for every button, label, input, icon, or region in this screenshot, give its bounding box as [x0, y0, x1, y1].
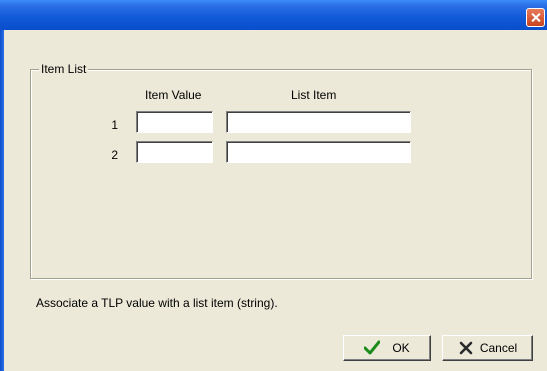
- window-border: [0, 30, 4, 371]
- groupbox-title: Item List: [39, 62, 89, 76]
- dialog-window: Item List Item Value List Item 1 2 Assoc…: [0, 0, 547, 371]
- item-value-header: Item Value: [145, 88, 202, 102]
- close-icon[interactable]: [526, 8, 545, 27]
- item-list-groupbox: [30, 69, 532, 279]
- description-text: Associate a TLP value with a list item (…: [36, 296, 278, 310]
- ok-button-label: OK: [392, 341, 410, 355]
- item-value-field-2[interactable]: [136, 141, 213, 163]
- row-number-2: 2: [111, 148, 118, 162]
- item-value-field-1[interactable]: [136, 111, 213, 133]
- x-icon: [458, 340, 474, 356]
- title-bar[interactable]: [0, 0, 547, 30]
- cancel-button-label: Cancel: [479, 341, 518, 355]
- cancel-button[interactable]: Cancel: [442, 335, 533, 361]
- row-number-1: 1: [111, 118, 118, 132]
- list-item-field-1[interactable]: [226, 111, 411, 133]
- list-item-field-2[interactable]: [226, 141, 411, 163]
- ok-button[interactable]: OK: [343, 335, 431, 361]
- list-item-header: List Item: [291, 88, 337, 102]
- checkmark-icon: [363, 340, 381, 356]
